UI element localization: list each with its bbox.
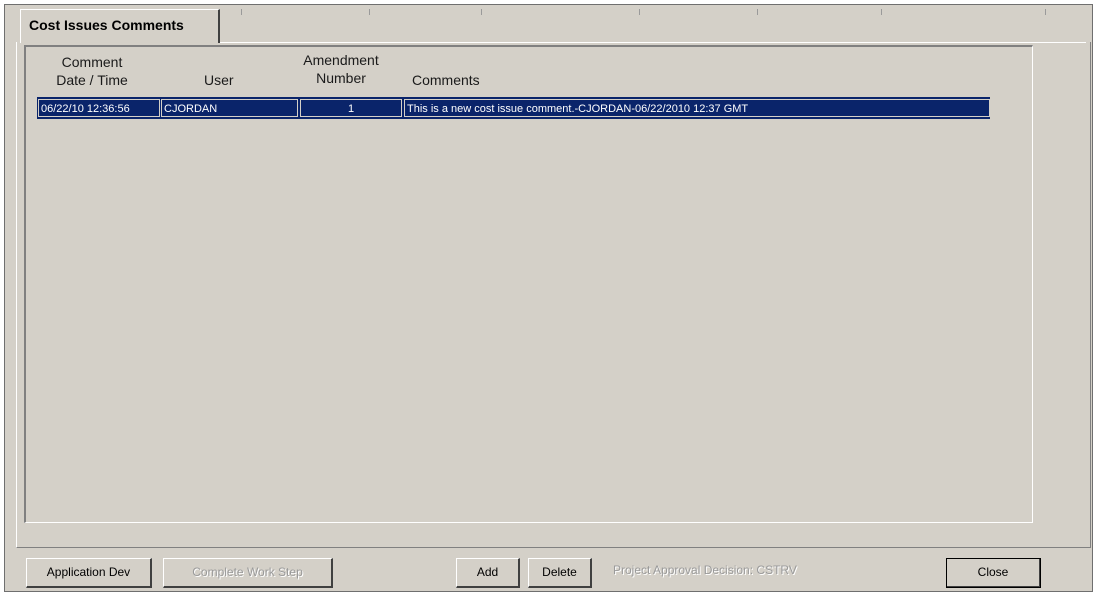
close-button[interactable]: Close xyxy=(946,558,1041,588)
add-button[interactable]: Add xyxy=(456,558,520,588)
cell-datetime[interactable]: 06/22/10 12:36:56 xyxy=(38,99,160,117)
header-user: User xyxy=(204,72,234,88)
header-datetime-line2: Date / Time xyxy=(56,72,128,88)
project-approval-status: Project Approval Decision: CSTRV xyxy=(613,563,797,577)
delete-button[interactable]: Delete xyxy=(528,558,592,588)
table-row[interactable]: 06/22/10 12:36:56 CJORDAN 1 This is a ne… xyxy=(37,97,990,119)
header-datetime-line1: Comment xyxy=(61,54,123,70)
header-amendment: Amendment Number xyxy=(296,51,386,87)
tab-cost-issues-comments[interactable]: Cost Issues Comments xyxy=(20,9,220,43)
header-amendment-line1: Amendment xyxy=(303,52,379,68)
header-amendment-line2: Number xyxy=(316,70,366,86)
header-datetime: Comment Date / Time xyxy=(52,53,132,89)
application-dev-button[interactable]: Application Dev xyxy=(26,558,152,588)
complete-work-step-button[interactable]: Complete Work Step xyxy=(163,558,333,588)
comments-window: Cost Issues Comments Comment Date / Time… xyxy=(4,4,1093,592)
cell-comment[interactable]: This is a new cost issue comment.-CJORDA… xyxy=(404,99,990,117)
cell-user[interactable]: CJORDAN xyxy=(161,99,298,117)
comments-grid[interactable]: Comment Date / Time User Amendment Numbe… xyxy=(24,45,1033,523)
header-comments: Comments xyxy=(412,72,480,88)
cell-amendment[interactable]: 1 xyxy=(300,99,402,117)
